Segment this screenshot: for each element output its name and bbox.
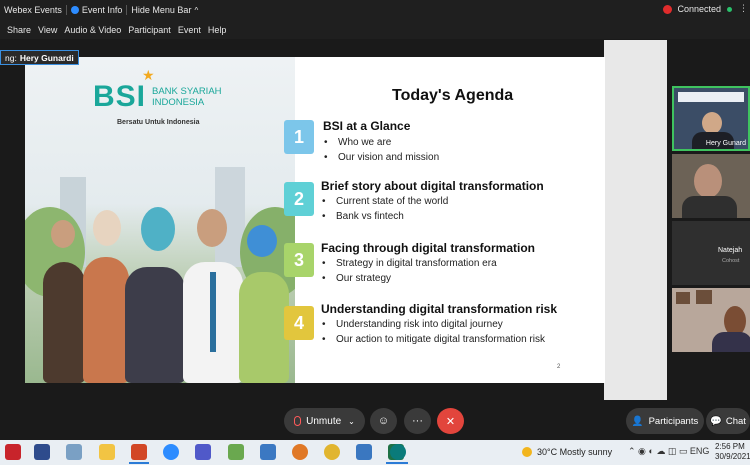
zoom-icon[interactable] <box>163 444 179 460</box>
person-figure <box>239 272 289 383</box>
participant-video-3[interactable]: Natejah Cohost <box>672 221 750 285</box>
bank-tagline: Bersatu Untuk Indonesia <box>117 119 200 126</box>
agenda-point: Our vision and mission <box>324 152 439 163</box>
webex-window: Webex Events Event Info Hide Menu Bar ^ … <box>0 0 750 465</box>
person-figure <box>43 262 85 383</box>
agenda-point: Who we are <box>324 137 391 148</box>
taskbar-clock[interactable]: 2:56 PM 30/9/2021 <box>715 442 750 462</box>
record-icon <box>663 4 673 14</box>
smiley-icon: ☺ <box>377 415 390 427</box>
app-icon[interactable] <box>66 444 82 460</box>
reactions-button[interactable]: ☺ <box>370 408 397 434</box>
participant-video-4[interactable] <box>672 288 750 352</box>
menu-bar: Share View Audio & Video Participant Eve… <box>0 20 750 39</box>
bsi-logo: BSI <box>93 80 147 113</box>
more-options-icon[interactable]: ⋮ <box>739 3 748 14</box>
agenda-number-4: 4 <box>284 306 314 340</box>
agenda-point: Bank vs fintech <box>322 211 404 222</box>
star-icon: ★ <box>142 67 155 83</box>
title-bar: Webex Events Event Info Hide Menu Bar ^ … <box>0 0 750 20</box>
powerpoint-icon[interactable] <box>131 444 147 460</box>
unmute-button[interactable]: Unmute ⌄ <box>284 408 365 434</box>
menu-event[interactable]: Event <box>178 25 201 35</box>
agenda-point: Understanding risk into digital journey <box>322 319 503 330</box>
info-icon <box>70 6 79 14</box>
weather-widget[interactable]: 30°C Mostly sunny <box>522 447 612 457</box>
agenda-item-title: BSI at a Glance <box>323 119 411 133</box>
menu-participant[interactable]: Participant <box>128 25 171 35</box>
bank-name: BANK SYARIAH INDONESIA <box>152 86 222 108</box>
menu-view[interactable]: View <box>38 25 57 35</box>
folder-icon[interactable] <box>99 444 115 460</box>
pdf-reader-icon[interactable] <box>5 444 21 460</box>
connection-status[interactable]: Connected <box>663 4 732 14</box>
agenda-number-2: 2 <box>284 182 314 216</box>
sun-icon <box>522 447 532 457</box>
event-info-button[interactable]: Event Info <box>67 5 127 15</box>
menu-share[interactable]: Share <box>7 25 31 35</box>
chevron-down-icon: ⌄ <box>348 416 355 426</box>
app-icon[interactable] <box>356 444 372 460</box>
firefox-icon[interactable] <box>292 444 308 460</box>
agenda-item-title: Understanding digital transformation ris… <box>321 302 558 316</box>
chevron-up-icon: ^ <box>194 5 199 15</box>
close-icon: ✕ <box>445 415 456 428</box>
content-margin <box>604 40 667 400</box>
people-icon: 👤 <box>631 415 644 427</box>
app-name: Webex Events <box>4 5 62 15</box>
active-speaker-label: ng: Hery Gunardi <box>0 50 79 65</box>
agenda-number-3: 3 <box>284 243 314 277</box>
mic-muted-icon <box>294 416 302 426</box>
connection-indicator-icon <box>727 6 732 12</box>
agenda-point: Our action to mitigate digital transform… <box>322 334 545 345</box>
agenda-point: Strategy in digital transformation era <box>322 258 497 269</box>
chat-icon: 💬 <box>710 415 722 427</box>
tray-icons: ⌃ ◉ ◐ ☁ ◫ ▭ <box>628 446 690 456</box>
word-icon[interactable] <box>260 444 276 460</box>
person-figure <box>83 257 129 383</box>
participants-button[interactable]: 👤 Participants <box>626 408 704 434</box>
participant-video-1[interactable]: Hery Gunard <box>672 86 750 151</box>
leave-button[interactable]: ✕ <box>437 408 464 434</box>
menu-audio-video[interactable]: Audio & Video <box>64 25 121 35</box>
ellipsis-icon: ··· <box>412 415 423 427</box>
slide-page-number: 2 <box>557 364 561 370</box>
store-icon[interactable] <box>34 444 50 460</box>
teams-icon[interactable] <box>195 444 211 460</box>
agenda-point: Current state of the world <box>322 196 448 207</box>
agenda-item-title: Facing through digital transformation <box>321 241 535 255</box>
chrome-icon[interactable] <box>324 444 340 460</box>
person-figure <box>125 267 185 383</box>
agenda-title: Today's Agenda <box>392 87 514 104</box>
system-tray[interactable]: ⌃ ◉ ◐ ☁ ◫ ▭ ENG <box>628 446 709 457</box>
agenda-number-1: 1 <box>284 120 314 154</box>
menu-help[interactable]: Help <box>208 25 227 35</box>
participant-video-2[interactable] <box>672 154 750 218</box>
app-icon[interactable] <box>228 444 244 460</box>
webex-icon[interactable] <box>390 444 406 460</box>
hide-menu-bar-button[interactable]: Hide Menu Bar ^ <box>127 5 202 15</box>
more-button[interactable]: ··· <box>404 408 431 434</box>
chat-button[interactable]: 💬 Chat <box>706 408 750 434</box>
agenda-point: Our strategy <box>322 273 391 284</box>
agenda-item-title: Brief story about digital transformation <box>321 179 544 193</box>
